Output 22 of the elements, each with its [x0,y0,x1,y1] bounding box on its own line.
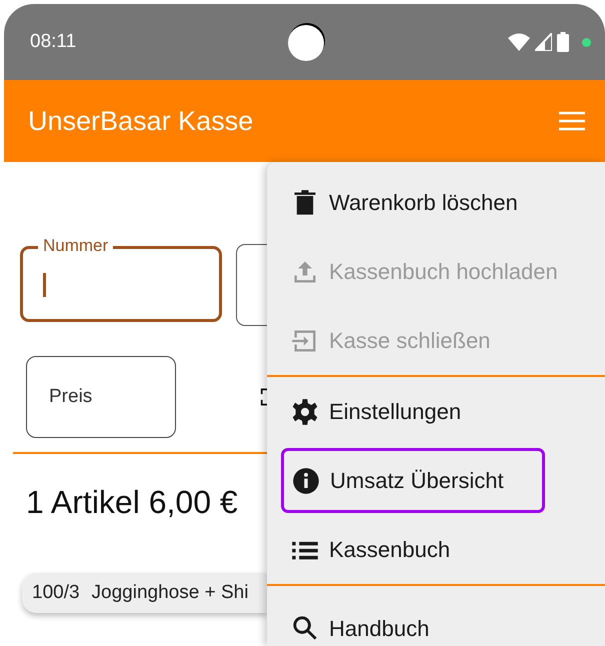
menu-item[interactable]: Umsatz Übersicht [281,448,545,513]
cart-item[interactable]: 100/3 Jogginghose + Shi [22,573,267,613]
cart-summary: 1 Artikel 6,00 € [26,484,239,521]
app-title: UnserBasar Kasse [28,106,254,136]
item-number: 100/3 [32,582,80,604]
item-name: Jogginghose + Shi [92,582,248,604]
menu-item[interactable]: Einstellungen [267,377,605,446]
menu-item[interactable]: Kassenbuch [267,515,605,584]
number-field[interactable]: Nummer [20,236,222,322]
price-field[interactable]: Preis [26,356,176,438]
gear-icon [291,398,319,426]
menu-item[interactable]: Handbuch [267,586,605,646]
battery-icon [557,32,569,52]
wifi-icon [508,33,530,51]
menu-item[interactable]: Warenkorb löschen [267,168,605,237]
camera-cutout [288,25,324,61]
notification-dot-icon [582,38,591,46]
menu-icon[interactable] [559,111,585,131]
clock: 08:11 [30,31,76,53]
info-icon [292,466,320,494]
search-icon [291,614,319,642]
signal-icon [535,33,552,51]
